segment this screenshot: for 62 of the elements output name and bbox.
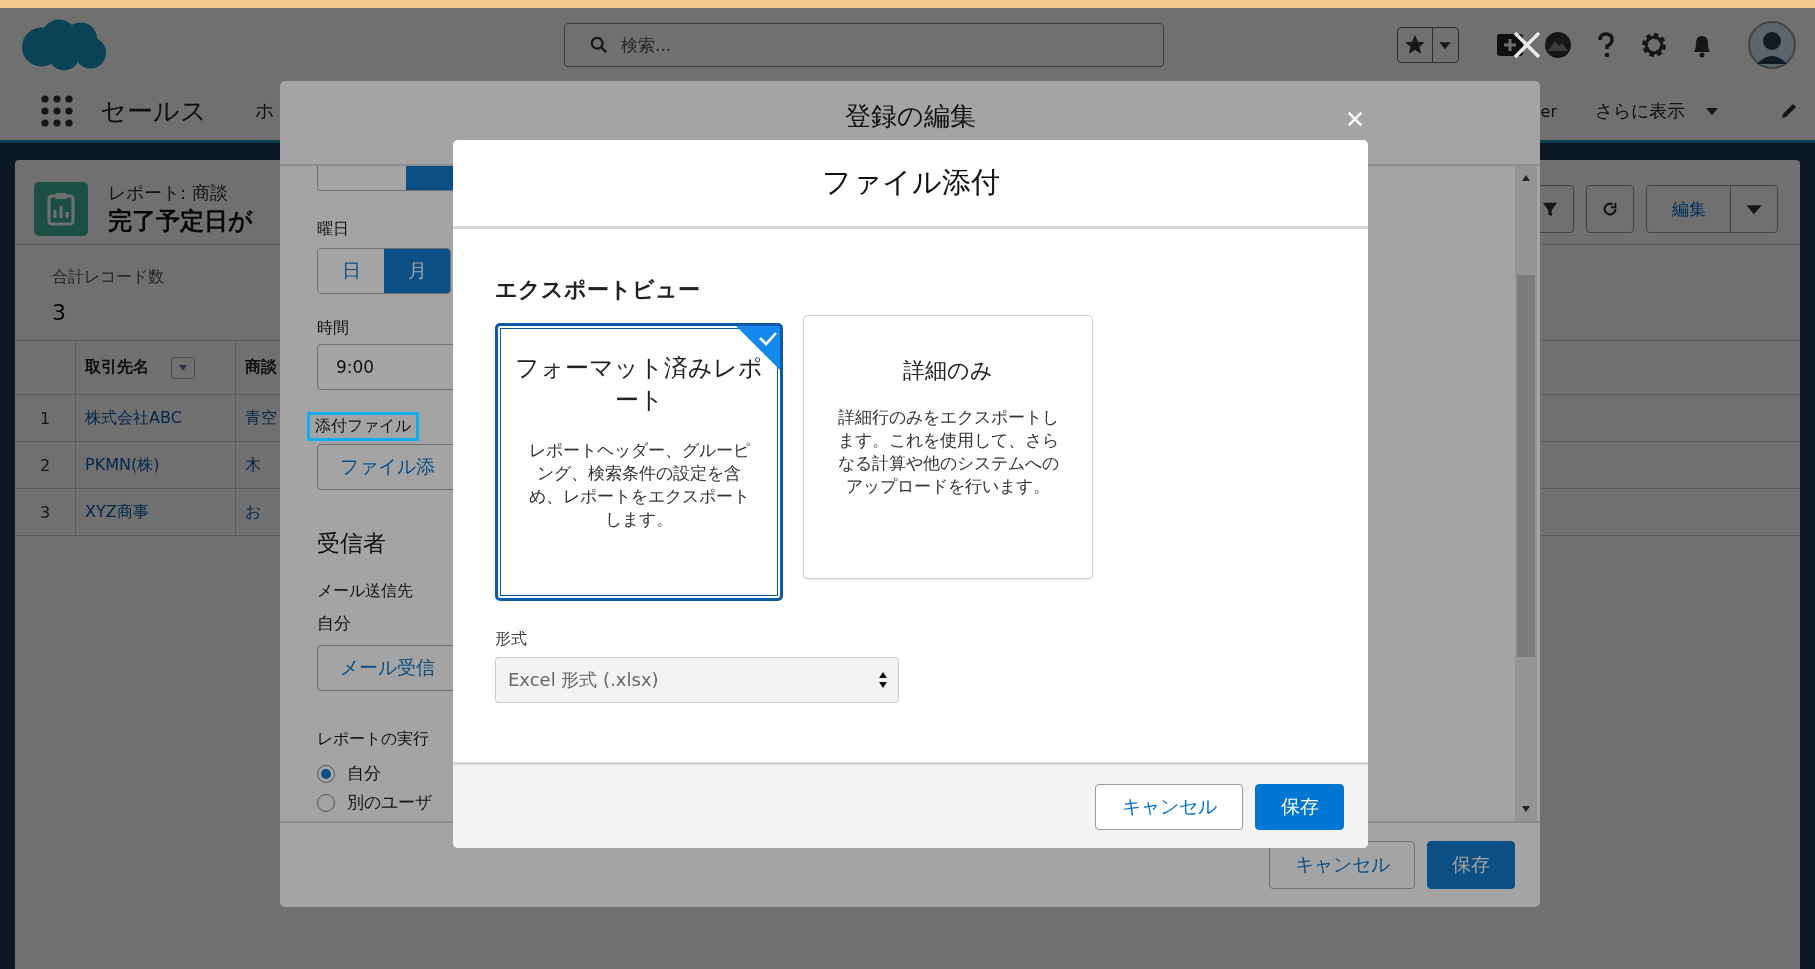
section-heading: 受信者 [317,529,386,558]
filter-icon [1541,200,1559,218]
app-launcher-icon[interactable] [41,95,73,127]
option-title: 詳細のみ [902,357,994,385]
up-down-arrows-icon [878,670,888,690]
close-icon[interactable] [1512,30,1542,60]
weekday-button[interactable]: 月 [384,249,450,293]
refresh-icon [1601,200,1619,218]
report-title: 完了予定日が [108,206,253,237]
refresh-button[interactable] [1586,185,1634,233]
total-records-label: 合計レコード数 [52,267,164,288]
row-number: 3 [38,501,52,524]
format-select[interactable]: Excel 形式 (.xlsx) [495,657,899,703]
field-label: 時間 [317,318,349,339]
report-type-label: レポート: 商談 [108,181,229,205]
option-description: 詳細行のみをエクスポートします。これを使用して、さらなる計算や他のシステムへのアップロードを行います。 [836,405,1060,498]
field-value: 自分 [317,612,351,635]
arrow-up-icon[interactable] [1521,174,1531,182]
field-label: 曜日 [317,219,349,240]
table-cell[interactable]: PKMN(株) [75,442,235,488]
app-name: セールス [100,94,207,128]
export-view-option[interactable]: 詳細のみ 詳細行のみをエクスポートします。これを使用して、さらなる計算や他のシステムへのアップロードを行います。 [803,315,1093,579]
row-number: 2 [38,454,52,477]
pencil-icon[interactable] [1779,101,1799,121]
save-button[interactable]: 保存 [1255,783,1344,830]
report-icon [34,182,88,236]
settings-icon[interactable] [1639,30,1669,60]
arrow-down-icon[interactable] [1521,805,1531,813]
column-header: 取引先名 [85,357,149,378]
radio-button[interactable] [317,764,335,783]
field-label: 添付ファイル [307,412,419,441]
more-tabs-link[interactable]: さらに表示 [1595,99,1685,123]
favorites-button[interactable] [1397,27,1459,63]
table-cell[interactable]: XYZ商事 [75,489,235,535]
dialog-title: 登録の編集 [844,101,976,133]
search-field[interactable]: 検索... [564,23,1164,67]
star-icon [1404,34,1426,56]
nav-tab[interactable]: er [1540,101,1557,121]
radio-button[interactable] [317,793,335,812]
row-number: 1 [38,407,52,430]
column-menu-button[interactable] [171,356,195,379]
radio-label: 自分 [347,762,381,785]
edit-button[interactable]: 編集 [1647,186,1731,232]
caret-icon[interactable] [1705,105,1719,117]
nav-tab[interactable]: ホ [255,98,274,124]
total-records-value: 3 [52,300,66,325]
radio-label: 別のユーザ [347,791,432,814]
field-label: メール送信先 [317,581,413,602]
section-heading: エクスポートビュー [495,276,700,304]
table-cell[interactable]: 株式会社ABC [75,395,235,441]
export-view-option[interactable]: フォーマット済みレポート レポートヘッダー、グルーピング、検索条件の設定を含め、レポートをエクスポートします。 [495,323,783,601]
caret-icon [178,363,188,372]
save-button[interactable]: 保存 [1427,841,1515,889]
cloud-logo[interactable] [20,17,108,73]
search-icon [590,36,608,54]
avatar-icon[interactable] [1747,20,1797,70]
dialog-title: ファイル添付 [821,164,1000,201]
mountain-icon[interactable] [1543,30,1573,60]
cancel-button[interactable]: キャンセル [1095,783,1243,830]
field-label: レポートの実行 [317,729,429,750]
scrollbar[interactable] [1515,166,1537,821]
column-header: 商談 [245,357,277,378]
